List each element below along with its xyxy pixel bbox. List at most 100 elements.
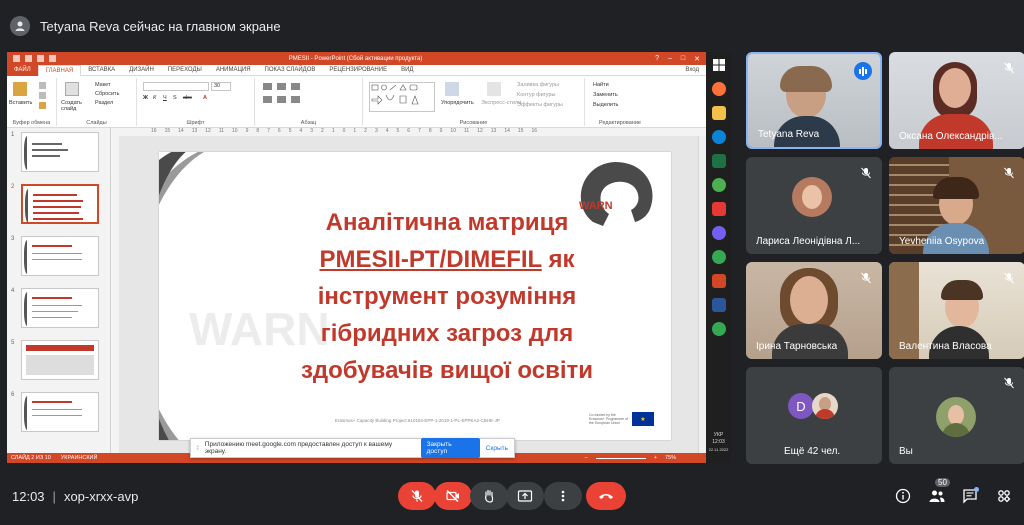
numbering-icon[interactable] (277, 83, 286, 90)
word-icon[interactable] (712, 298, 726, 312)
sign-in-link[interactable]: Вход (678, 65, 706, 76)
redo-icon[interactable] (37, 55, 44, 62)
tab-file[interactable]: ФАЙЛ (7, 64, 38, 76)
underline-button[interactable]: Ч (163, 95, 167, 101)
self-tile[interactable]: Вы (889, 367, 1024, 464)
leave-call-button[interactable] (586, 482, 626, 510)
quick-access-toolbar[interactable] (7, 55, 56, 62)
zoom-slider[interactable] (595, 457, 646, 459)
indent-icon[interactable] (291, 83, 300, 90)
activities-button[interactable] (994, 486, 1014, 506)
tab-animation[interactable]: АНИМАЦИЯ (209, 65, 258, 76)
zoom-out-icon[interactable]: – (585, 455, 588, 461)
people-button[interactable]: 50 (927, 478, 950, 506)
arrange-icon[interactable] (445, 82, 459, 96)
close-icon[interactable]: ✕ (694, 55, 700, 63)
quick-styles-button[interactable]: Экспресс-стили (481, 100, 521, 106)
find-button[interactable]: Найти (593, 82, 609, 88)
vertical-scrollbar[interactable] (698, 136, 706, 453)
participant-tile[interactable]: Лариса Леонідівна Л... (746, 157, 882, 254)
align-right-icon[interactable] (291, 96, 300, 103)
powerpoint-icon[interactable] (712, 274, 726, 288)
slide-thumbnail[interactable]: 2 (9, 184, 107, 226)
reset-button[interactable]: Сбросить (95, 91, 119, 97)
shape-effects-button[interactable]: Эффекты фигуры (517, 102, 563, 108)
help-icon[interactable]: ? (655, 55, 659, 63)
tab-view[interactable]: ВИД (394, 65, 420, 76)
slideshow-icon[interactable] (49, 55, 56, 62)
meeting-info-button[interactable] (893, 486, 913, 506)
save-icon[interactable] (13, 55, 20, 62)
excel-icon[interactable] (712, 154, 726, 168)
tab-slideshow[interactable]: ПОКАЗ СЛАЙДОВ (258, 65, 323, 76)
participant-tile[interactable]: Yevheniia Osypova (889, 157, 1024, 254)
current-slide[interactable]: WARN WARN Аналітична матриця PMESII-PT/D… (159, 152, 671, 440)
chrome-icon[interactable] (712, 322, 726, 336)
font-name-select[interactable] (143, 82, 209, 91)
italic-button[interactable]: К (153, 95, 156, 101)
participant-tile[interactable]: Ірина Тарновська (746, 262, 882, 359)
select-button[interactable]: Выделить (593, 102, 618, 108)
tab-review[interactable]: РЕЦЕНЗИРОВАНИЕ (322, 65, 394, 76)
taskbar-clock[interactable]: УКР 12:03 22.11.2022 (706, 432, 731, 453)
align-center-icon[interactable] (277, 96, 286, 103)
firefox-icon[interactable] (712, 82, 726, 96)
microphone-toggle-button[interactable] (398, 482, 436, 510)
strike-button[interactable]: abc (183, 95, 192, 101)
chat-button[interactable] (960, 486, 980, 506)
drag-handle-icon[interactable]: ⁞ (197, 445, 199, 452)
slide-title[interactable]: Аналітична матриця PMESII-PT/DIMEFIL як … (257, 204, 637, 389)
new-slide-icon[interactable] (65, 82, 79, 96)
shape-fill-button[interactable]: Заливка фигуры (517, 82, 559, 88)
shape-outline-button[interactable]: Контур фигуры (517, 92, 555, 98)
minimize-icon[interactable]: – (668, 55, 672, 63)
shapes-gallery[interactable] (369, 82, 435, 112)
pdf-reader-icon[interactable] (712, 202, 726, 216)
section-button[interactable]: Раздел (95, 100, 113, 106)
meeting-code[interactable]: xop-xrxx-avp (64, 489, 138, 504)
tab-home[interactable]: ГЛАВНАЯ (37, 64, 82, 76)
tab-insert[interactable]: ВСТАВКА (81, 65, 122, 76)
tab-design[interactable]: ДИЗАЙН (122, 65, 161, 76)
slide-thumbnail[interactable]: 4 (9, 288, 107, 330)
cut-icon[interactable] (39, 82, 46, 89)
undo-icon[interactable] (25, 55, 32, 62)
zoom-level[interactable]: 75% (665, 455, 676, 461)
quick-styles-icon[interactable] (487, 82, 501, 96)
slide-thumbnail[interactable]: 3 (9, 236, 107, 278)
language-indicator[interactable]: УКРАИНСКИЙ (61, 455, 98, 461)
hide-notice-button[interactable]: Скрыть (486, 445, 508, 452)
slide-thumbnail[interactable]: 1 (9, 132, 107, 174)
tab-transitions[interactable]: ПЕРЕХОДЫ (161, 65, 209, 76)
edge-icon[interactable] (712, 130, 726, 144)
maximize-icon[interactable]: □ (681, 55, 685, 63)
slide-thumbnail[interactable]: 5 (9, 340, 107, 382)
stop-sharing-button[interactable]: Закрыть доступ (420, 438, 480, 458)
paste-icon[interactable] (13, 82, 27, 96)
font-size-select[interactable]: 30 (211, 82, 231, 91)
font-color-button[interactable]: A (203, 95, 207, 101)
app-icon[interactable] (712, 178, 726, 192)
viber-icon[interactable] (712, 226, 726, 240)
format-painter-icon[interactable] (39, 102, 46, 109)
slide-thumbnail[interactable]: 6 (9, 392, 107, 434)
new-slide-button[interactable]: Создать слайд (61, 100, 91, 112)
more-participants-tile[interactable]: D Ещё 42 чел. (746, 367, 882, 464)
file-explorer-icon[interactable] (712, 106, 726, 120)
more-options-button[interactable] (544, 482, 582, 510)
participant-tile[interactable]: Tetyana Reva (746, 52, 882, 149)
layout-button[interactable]: Макет (95, 82, 111, 88)
windows-start-icon[interactable] (712, 58, 726, 72)
participant-tile[interactable]: Валентина Власова (889, 262, 1024, 359)
participant-tile[interactable]: Оксана Олександрів... (889, 52, 1024, 149)
present-screen-button[interactable] (506, 482, 544, 510)
chrome-icon[interactable] (712, 250, 726, 264)
arrange-button[interactable]: Упорядочить (441, 100, 474, 106)
zoom-in-icon[interactable]: + (654, 455, 657, 461)
shadow-button[interactable]: S (173, 95, 177, 101)
copy-icon[interactable] (39, 92, 46, 99)
paste-button[interactable]: Вставить (9, 100, 32, 106)
replace-button[interactable]: Заменить (593, 92, 618, 98)
bold-button[interactable]: Ж (143, 95, 148, 101)
bullets-icon[interactable] (263, 83, 272, 90)
